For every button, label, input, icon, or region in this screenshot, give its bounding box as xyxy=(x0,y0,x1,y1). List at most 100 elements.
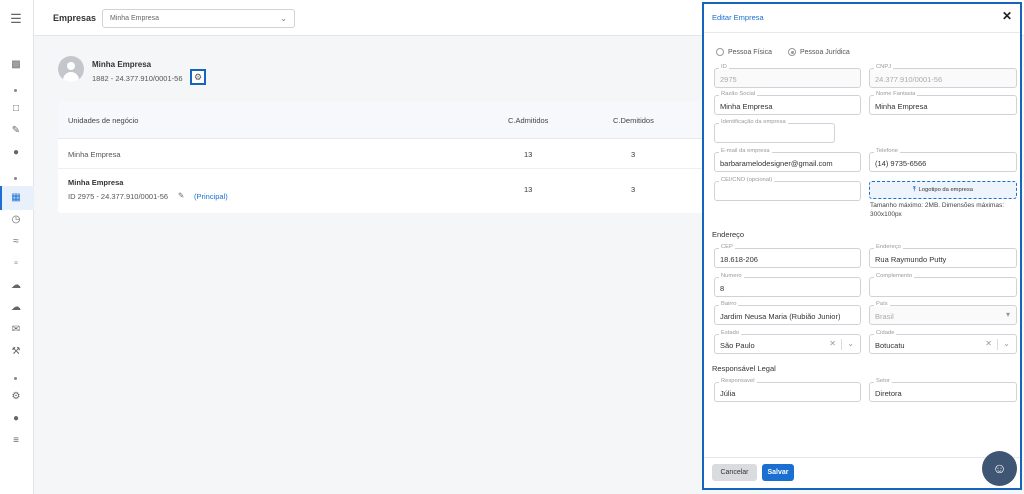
sidebar: ☰ ▩ □ ✎ ● ▦ ◷ ≈ ▫ ☁ ☁ ✉ ⚒ ⚙ ● ≡ xyxy=(0,0,34,494)
field-label: Endereço xyxy=(874,244,903,250)
numero-field[interactable]: Numero 8 xyxy=(714,273,861,297)
gear-icon[interactable]: ⚙ xyxy=(8,390,24,404)
field-value: Botucatu xyxy=(875,341,905,350)
table-header: Unidades de negócio C.Admitidos C.Demiti… xyxy=(58,101,706,139)
field-value: Jardim Neusa Maria (Rubião Junior) xyxy=(720,312,841,321)
clock-icon[interactable]: ◷ xyxy=(8,213,24,227)
field-label: CNPJ xyxy=(874,64,894,70)
user-icon[interactable]: ● xyxy=(8,146,24,160)
field-value: Júlia xyxy=(720,389,736,398)
sidebar-separator xyxy=(14,177,17,180)
field-label: Complemento xyxy=(874,273,915,279)
endereco-field[interactable]: Endereço Rua Raymundo Putty xyxy=(869,244,1017,268)
nome-fantasia-field[interactable]: Nome Fantasia Minha Empresa xyxy=(869,91,1017,115)
edit-company-panel: Editar Empresa ✕ Pessoa Física Pessoa Ju… xyxy=(702,2,1022,490)
pais-select[interactable]: País Brasil ▾ xyxy=(869,301,1017,325)
pen-icon[interactable]: ✎ xyxy=(8,124,24,138)
company-select[interactable]: Minha Empresa ⌄ xyxy=(102,9,295,28)
field-label: Estado xyxy=(719,330,742,336)
app-root: ☰ ▩ □ ✎ ● ▦ ◷ ≈ ▫ ☁ ☁ ✉ ⚒ ⚙ ● ≡ Empresas… xyxy=(0,0,1024,494)
field-label: Cidade xyxy=(874,330,897,336)
list-icon[interactable]: ≡ xyxy=(8,434,24,448)
demitidos-count: 3 xyxy=(631,150,636,159)
demitidos-count: 3 xyxy=(631,185,636,194)
support-chat-button[interactable]: ☺ xyxy=(982,451,1017,486)
table-row[interactable]: Minha Empresa 13 3 xyxy=(58,139,706,169)
trend-icon[interactable]: ≈ xyxy=(8,235,24,249)
cep-field[interactable]: CEP 18.618-206 xyxy=(714,244,861,268)
close-icon[interactable]: ✕ xyxy=(1002,9,1012,23)
column-header: Unidades de negócio xyxy=(68,116,139,125)
field-label: ID xyxy=(719,64,729,70)
responsavel-field[interactable]: Responsavel Júlia xyxy=(714,378,861,402)
table-row[interactable]: Minha Empresa ID 2975 - 24.377.910/0001-… xyxy=(58,169,706,213)
clear-icon[interactable]: ✕ xyxy=(829,339,836,348)
field-label: Responsavel xyxy=(719,378,757,384)
chevron-down-icon[interactable]: ⌄ xyxy=(1003,339,1010,348)
building-icon[interactable]: ▦ xyxy=(8,191,24,205)
bairro-field[interactable]: Bairro Jardim Neusa Maria (Rubião Junior) xyxy=(714,301,861,325)
cloud-upload-icon[interactable]: ☁ xyxy=(8,301,24,315)
section-endereco: Endereço xyxy=(712,230,745,239)
radio-pessoa-fisica[interactable]: Pessoa Física xyxy=(716,48,772,56)
user-icon[interactable]: ● xyxy=(8,412,24,426)
page-title: Empresas xyxy=(53,13,97,23)
column-header: C.Admitidos xyxy=(508,116,549,125)
complemento-field[interactable]: Complemento xyxy=(869,273,1017,297)
chat-icon[interactable]: ▫ xyxy=(8,257,24,271)
radio-label: Pessoa Física xyxy=(728,48,772,56)
company-name: Minha Empresa xyxy=(92,60,152,69)
field-value: Brasil xyxy=(875,312,894,321)
column-header: C.Demitidos xyxy=(613,116,654,125)
cancel-button[interactable]: Cancelar xyxy=(712,464,757,481)
field-label: E-mail da empresa xyxy=(719,148,772,154)
admitidos-count: 13 xyxy=(524,185,533,194)
pencil-icon[interactable]: ✎ xyxy=(178,191,184,200)
estado-select[interactable]: Estado São Paulo ✕ ⌄ xyxy=(714,330,861,354)
document-icon[interactable]: □ xyxy=(8,102,24,116)
field-value: 24.377.910/0001-56 xyxy=(875,75,943,84)
gear-icon: ⚙ xyxy=(193,72,203,82)
field-label: Identificação da empresa xyxy=(719,119,788,125)
radio-pessoa-juridica[interactable]: Pessoa Jurídica xyxy=(788,48,850,56)
telefone-field[interactable]: Telefone (14) 9735-6566 xyxy=(869,148,1017,172)
menu-icon[interactable]: ☰ xyxy=(8,12,24,26)
cnpj-field[interactable]: CNPJ 24.377.910/0001-56 xyxy=(869,64,1017,88)
field-value: 8 xyxy=(720,284,725,293)
dropdown-arrow-icon: ▾ xyxy=(1005,310,1010,319)
save-button[interactable]: Salvar xyxy=(762,464,794,481)
chevron-down-icon[interactable]: ⌄ xyxy=(847,339,854,348)
cloud-icon[interactable]: ☁ xyxy=(8,279,24,293)
setor-field[interactable]: Setor Diretora xyxy=(869,378,1017,402)
business-units-table: Unidades de negócio C.Admitidos C.Demiti… xyxy=(58,101,706,213)
unit-name: Minha Empresa xyxy=(68,150,121,159)
chart-icon[interactable]: ▩ xyxy=(8,58,24,72)
field-label: Setor xyxy=(874,378,892,384)
id-field[interactable]: ID 2975 xyxy=(714,64,861,88)
company-settings-button[interactable]: ⚙ xyxy=(190,69,206,85)
field-label: CEI/CNO (opcional) xyxy=(719,177,775,183)
field-value: (14) 9735-6566 xyxy=(875,159,927,168)
field-label: Bairro xyxy=(719,301,739,307)
field-label: CEP xyxy=(719,244,735,250)
razao-social-field[interactable]: Razão Social Minha Empresa xyxy=(714,91,861,115)
field-label: Numero xyxy=(719,273,744,279)
upload-logo-button[interactable]: ⤒ Logotipo da empresa xyxy=(869,181,1017,199)
wrench-icon[interactable]: ⚒ xyxy=(8,345,24,359)
field-value: barbaramelodesigner@gmail.com xyxy=(720,159,833,168)
sidebar-separator xyxy=(14,89,17,92)
clear-icon[interactable]: ✕ xyxy=(985,339,992,348)
sidebar-separator xyxy=(14,377,17,380)
email-field[interactable]: E-mail da empresa barbaramelodesigner@gma… xyxy=(714,148,861,172)
mail-icon[interactable]: ✉ xyxy=(8,323,24,337)
cidade-select[interactable]: Cidade Botucatu ✕ ⌄ xyxy=(869,330,1017,354)
cei-cno-field[interactable]: CEI/CNO (opcional) xyxy=(714,177,861,201)
chevron-down-icon: ⌄ xyxy=(280,14,287,23)
field-value: Diretora xyxy=(875,389,902,398)
field-value: Minha Empresa xyxy=(720,102,773,111)
identificacao-field[interactable]: Identificação da empresa xyxy=(714,119,835,143)
field-value: Minha Empresa xyxy=(875,102,928,111)
upload-logo-label: Logotipo da empresa xyxy=(918,187,974,193)
company-select-value: Minha Empresa xyxy=(110,15,160,22)
principal-tag: (Principal) xyxy=(194,192,228,201)
